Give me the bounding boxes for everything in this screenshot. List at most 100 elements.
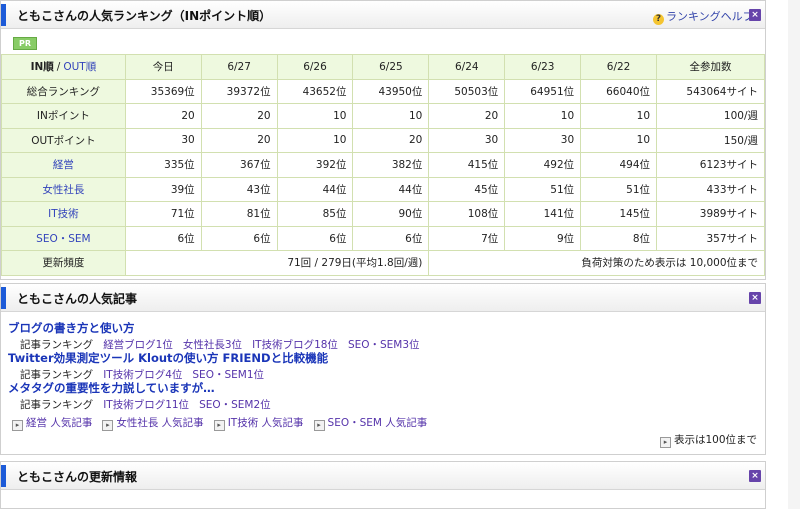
table-cell: 44位 <box>352 176 430 202</box>
table-cell: 20 <box>352 127 430 153</box>
close-icon[interactable]: × <box>749 292 761 304</box>
table-cell: 382位 <box>352 152 430 178</box>
table-cell: 90位 <box>352 201 430 227</box>
more-link[interactable]: ▸ 表示は100位まで <box>660 432 757 448</box>
table-row: 経営 335位 367位 392位 382位 415位 492位 494位 6123サイト <box>1 152 765 178</box>
total-cell: 543064サイト <box>656 78 765 104</box>
date-header: 今日 <box>124 54 202 80</box>
total-header: 全参加数 <box>656 54 765 80</box>
ranking-table: IN順 / OUT順 今日 6/27 6/26 6/25 6/24 6/23 6/22 全参加数 総合… <box>1 54 765 276</box>
ranking-help-label: ランキングヘルプ <box>666 10 754 23</box>
table-cell: 392位 <box>276 152 354 178</box>
ranking-panel: ともこさんの人気ランキング（INポイント順） ? ランキングヘルプ × PR IN… <box>0 0 766 280</box>
load-note: 負荷対策のため表示は 10,000位まで <box>428 250 765 276</box>
table-cell: 20 <box>124 103 202 129</box>
scrollbar[interactable] <box>788 0 800 509</box>
total-cell: 433サイト <box>656 176 765 202</box>
table-cell: 71位 <box>124 201 202 227</box>
article-title-link[interactable]: メタタグの重要性を力説していますが… <box>8 380 215 396</box>
table-cell: 10 <box>580 103 658 129</box>
date-header: 6/23 <box>504 54 582 80</box>
table-cell: 6位 <box>352 225 430 251</box>
table-cell: 51位 <box>504 176 582 202</box>
table-cell: 43652位 <box>276 78 354 104</box>
help-icon: ? <box>653 14 664 25</box>
category-link[interactable]: 女性社長 <box>1 176 126 202</box>
table-cell: 20 <box>200 127 278 153</box>
table-cell: 43950位 <box>352 78 430 104</box>
category-article-link[interactable]: IT技術 人気記事 <box>228 417 304 429</box>
table-cell: 415位 <box>428 152 506 178</box>
sort-separator: / <box>56 61 61 74</box>
article-rank-label: 記事ランキング <box>20 399 94 411</box>
table-cell: 335位 <box>124 152 202 178</box>
header-accent <box>1 287 6 309</box>
sort-out-link[interactable]: OUT順 <box>63 61 96 73</box>
updates-header: ともこさんの更新情報 × <box>1 462 765 490</box>
table-cell: 85位 <box>276 201 354 227</box>
date-header: 6/22 <box>580 54 658 80</box>
table-cell: 20 <box>428 103 506 129</box>
table-cell: 45位 <box>428 176 506 202</box>
table-cell: 108位 <box>428 201 506 227</box>
table-cell: 10 <box>352 103 430 129</box>
more-label: 表示は100位まで <box>674 434 758 446</box>
ranking-help-link[interactable]: ? ランキングヘルプ <box>653 8 754 25</box>
article-rank-link[interactable]: SEO・SEM2位 <box>199 399 271 411</box>
total-cell: 357サイト <box>656 225 765 251</box>
sort-toggle-cell: IN順 / OUT順 <box>1 54 126 80</box>
category-article-link[interactable]: SEO・SEM 人気記事 <box>328 417 428 429</box>
pr-badge: PR <box>13 37 37 50</box>
category-link[interactable]: 経営 <box>1 152 126 178</box>
table-cell: 10 <box>276 103 354 129</box>
ranking-header: ともこさんの人気ランキング（INポイント順） ? ランキングヘルプ × <box>1 1 765 29</box>
arrow-right-icon: ▸ <box>660 437 671 448</box>
arrow-right-icon: ▸ <box>213 420 225 431</box>
article-title-link[interactable]: ブログの書き方と使い方 <box>8 320 135 336</box>
table-cell: 44位 <box>276 176 354 202</box>
arrow-right-icon: ▸ <box>102 420 114 431</box>
article-rank-link[interactable]: IT技術ブログ11位 <box>103 399 189 411</box>
table-row: IT技術 71位 81位 85位 90位 108位 141位 145位 3989サイト <box>1 201 765 227</box>
category-article-link[interactable]: 経営 人気記事 <box>26 417 92 429</box>
category-article-link[interactable]: 女性社長 人気記事 <box>116 417 203 429</box>
date-header: 6/24 <box>428 54 506 80</box>
table-cell: 43位 <box>200 176 278 202</box>
table-cell: 51位 <box>580 176 658 202</box>
row-label: INポイント <box>1 103 126 129</box>
row-label: 総合ランキング <box>1 78 126 104</box>
updates-panel: ともこさんの更新情報 × <box>0 461 766 509</box>
table-cell: 81位 <box>200 201 278 227</box>
sort-in-label[interactable]: IN順 <box>31 61 54 73</box>
total-cell: 150/週 <box>656 127 765 153</box>
close-icon[interactable]: × <box>749 9 761 21</box>
table-cell: 6位 <box>276 225 354 251</box>
table-cell: 39位 <box>124 176 202 202</box>
table-cell: 9位 <box>504 225 582 251</box>
table-cell: 141位 <box>504 201 582 227</box>
article-ranks: 記事ランキング IT技術ブログ11位 SEO・SEM2位 <box>20 397 281 412</box>
table-row: INポイント 20 20 10 10 20 10 10 100/週 <box>1 103 765 129</box>
table-cell: 10 <box>580 127 658 153</box>
arrow-right-icon: ▸ <box>313 420 325 431</box>
table-cell: 30 <box>504 127 582 153</box>
table-cell: 10 <box>504 103 582 129</box>
table-cell: 39372位 <box>200 78 278 104</box>
table-cell: 6位 <box>124 225 202 251</box>
table-cell: 492位 <box>504 152 582 178</box>
table-cell: 367位 <box>200 152 278 178</box>
articles-header: ともこさんの人気記事 × <box>1 284 765 312</box>
table-row: SEO・SEM 6位 6位 6位 6位 7位 9位 8位 357サイト <box>1 225 765 251</box>
date-header: 6/26 <box>276 54 354 80</box>
article-title-link[interactable]: Twitter効果測定ツール Kloutの使い方 FRIENDと比較機能 <box>8 350 328 366</box>
article-rank-link[interactable]: SEO・SEM3位 <box>348 339 420 351</box>
date-header: 6/27 <box>200 54 278 80</box>
right-gutter <box>766 0 800 509</box>
category-link[interactable]: IT技術 <box>1 201 126 227</box>
table-cell: 494位 <box>580 152 658 178</box>
category-link[interactable]: SEO・SEM <box>1 225 126 251</box>
table-row: OUTポイント 30 20 10 20 30 30 10 150/週 <box>1 127 765 153</box>
arrow-right-icon: ▸ <box>12 420 23 431</box>
close-icon[interactable]: × <box>749 470 761 482</box>
table-cell: 66040位 <box>580 78 658 104</box>
